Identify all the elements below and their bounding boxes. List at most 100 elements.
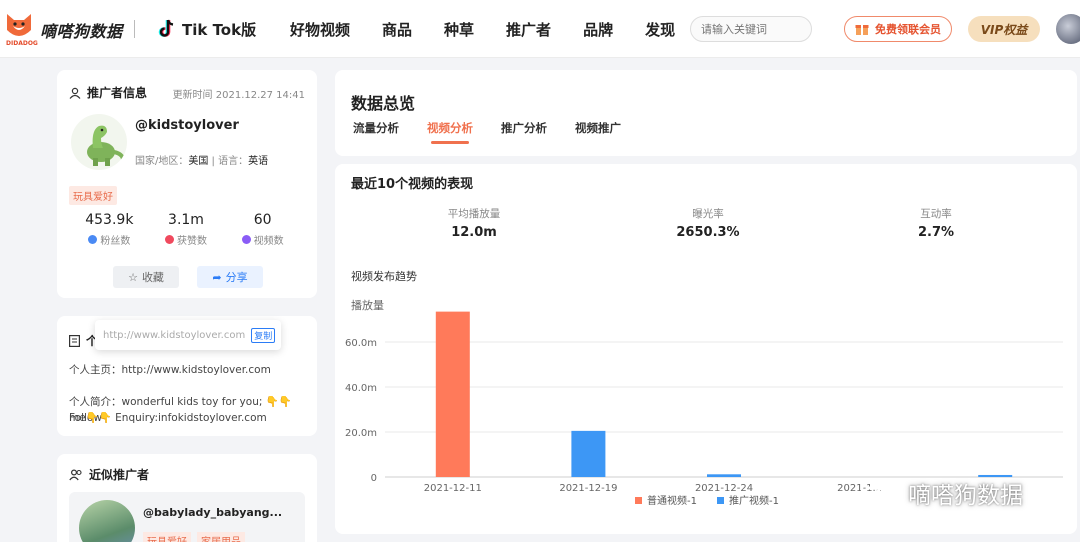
tab-video-analysis[interactable]: 视频分析 [427, 120, 473, 144]
similar-promoters-card: 近似推广者 @babylady_babyang... 玩具爱好 家居用品 [57, 454, 317, 542]
locale-info: 国家/地区：美国 | 语言：英语 [135, 152, 268, 167]
promoter-handle: @babylady_babyang... [143, 506, 283, 519]
metric-engagement-rate: 互动率 2.7% [866, 206, 1006, 240]
homepage-line[interactable]: 个人主页：http://www.kidstoylover.com [69, 362, 309, 378]
data-overview-card: 数据总览 流量分析 视频分析 推广分析 视频推广 [335, 70, 1077, 156]
bar [435, 311, 470, 477]
logo-subtext: DIDADOG [6, 40, 38, 47]
favorite-label: 收藏 [141, 271, 164, 284]
avatar [79, 500, 135, 542]
nav-item-discover[interactable]: 发现 [645, 19, 675, 40]
top-navigation-bar: 嘀嗒狗数据 DIDADOG Tik Tok版 好物视频 商品 种草 推广者 品牌… [0, 0, 1080, 58]
metric-value: 12.0m [451, 225, 497, 240]
stat-followers: 453.9k 粉丝数 [73, 212, 145, 247]
nav-item-products[interactable]: 商品 [382, 19, 412, 40]
tag-list: 玩具爱好 家居用品 [143, 532, 245, 542]
heart-icon [164, 235, 174, 244]
y-tick-label: 20.0m [345, 428, 377, 439]
section-title: 最近10个视频的表现 [351, 177, 474, 192]
favorite-button[interactable]: ☆ 收藏 [113, 266, 179, 288]
stat-likes: 3.1m 获赞数 [150, 212, 222, 247]
y-tick-label: 60.0m [345, 338, 377, 349]
metric-value: 2.7% [917, 225, 955, 240]
logo[interactable]: 嘀嗒狗数据 DIDADOG [4, 10, 154, 50]
stats-row: 453.9k 粉丝数 3.1m 获赞数 60 视频数 [71, 212, 301, 247]
search-input[interactable] [690, 16, 812, 42]
tiktok-icon [158, 19, 174, 37]
nav-item-brands[interactable]: 品牌 [583, 19, 613, 40]
gift-icon [855, 25, 869, 35]
region-label: 国家/地区： [135, 156, 189, 167]
stat-label-row: 获赞数 [150, 232, 222, 247]
tooltip-url: http://www.kidstoylover.com [103, 329, 246, 341]
bio-card: 个人简介 http://www.kidstoylover.com 复制 个人主页… [57, 316, 317, 436]
chart-title: 视频发布趋势 [351, 270, 417, 283]
intro-line: me👇👇 Enquiry:infokidstoylover.com [69, 412, 267, 424]
page-title: 数据总览 [351, 94, 416, 113]
tab-bar: 流量分析 视频分析 推广分析 视频推广 [353, 120, 649, 144]
bar [707, 474, 741, 477]
nav-item-promoters[interactable]: 推广者 [506, 19, 551, 40]
share-icon: ➦ [212, 270, 222, 284]
metric-label: 曝光率 [692, 208, 724, 220]
share-label: 分享 [225, 271, 248, 284]
legend-swatch [635, 497, 642, 504]
stat-value: 3.1m [168, 212, 204, 228]
interest-tag: 家居用品 [197, 532, 245, 542]
section-header: 推广者信息 [69, 84, 147, 101]
list-item[interactable]: @babylady_babyang... 玩具爱好 家居用品 [69, 492, 305, 542]
free-membership-label: 免费领联会员 [875, 23, 941, 36]
stat-label-row: 粉丝数 [73, 232, 145, 247]
language-label: | 语言： [208, 156, 249, 167]
x-tick-label: 2021-12-19 [559, 483, 617, 494]
x-tick-label: 2021-12-11 [424, 483, 482, 494]
main-nav: 好物视频 商品 种草 推广者 品牌 发现 [290, 19, 707, 40]
user-avatar[interactable] [1056, 14, 1080, 44]
promoter-info-card: 推广者信息 更新时间 2021.12.27 14:41 @kidstoylove… [57, 70, 317, 298]
language-value: 英语 [248, 156, 269, 167]
promoter-handle: @kidstoylover [135, 118, 239, 133]
tab-traffic-analysis[interactable]: 流量分析 [353, 120, 399, 136]
legend-swatch [717, 497, 724, 504]
url-tooltip: http://www.kidstoylover.com 复制 [95, 320, 281, 350]
vip-benefits-button[interactable]: VIP权益 [968, 16, 1040, 42]
tab-promotion-analysis[interactable]: 推广分析 [501, 120, 547, 136]
region-value: 美国 [188, 156, 209, 167]
nav-item-seeding[interactable]: 种草 [444, 19, 474, 40]
copy-button[interactable]: 复制 [251, 327, 276, 343]
fox-logo-icon [7, 14, 31, 36]
tab-video-promotion[interactable]: 视频推广 [575, 120, 621, 136]
metric-value: 2650.3% [676, 225, 740, 240]
y-tick-label: 40.0m [345, 383, 377, 394]
stat-videos: 60 视频数 [227, 212, 299, 247]
platform-switch[interactable]: Tik Tok版 [158, 18, 256, 40]
legend-label: 普通视频-1 [647, 494, 697, 507]
metric-label: 平均播放量 [447, 208, 501, 220]
stat-label: 视频数 [253, 236, 284, 247]
interest-tag: 玩具爱好 [143, 532, 191, 542]
share-button[interactable]: ➦ 分享 [197, 266, 263, 288]
stat-value: 60 [253, 212, 272, 228]
section-title: 近似推广者 [89, 468, 150, 482]
followers-icon [88, 235, 98, 244]
metric-label: 互动率 [920, 208, 952, 220]
person-icon [69, 87, 81, 99]
star-icon: ☆ [128, 270, 138, 284]
nav-item-videos[interactable]: 好物视频 [290, 19, 350, 40]
document-icon [69, 334, 80, 347]
wechat-icon [860, 478, 899, 508]
section-title: 推广者信息 [87, 86, 148, 100]
bar [571, 430, 606, 477]
people-icon [69, 468, 82, 480]
stat-label: 粉丝数 [100, 236, 131, 247]
stat-label: 获赞数 [176, 236, 207, 247]
legend-label: 推广视频-1 [729, 494, 779, 507]
stat-value: 453.9k [85, 212, 134, 228]
y-tick-label: 0 [371, 473, 377, 484]
logo-text: 嘀嗒狗数据 [40, 22, 123, 41]
interest-tag: 玩具爱好 [69, 186, 117, 205]
x-tick-label: 2021-12-24 [695, 483, 753, 494]
avatar [71, 114, 127, 170]
section-header: 近似推广者 [69, 466, 149, 483]
free-membership-button[interactable]: 免费领联会员 [844, 16, 952, 42]
